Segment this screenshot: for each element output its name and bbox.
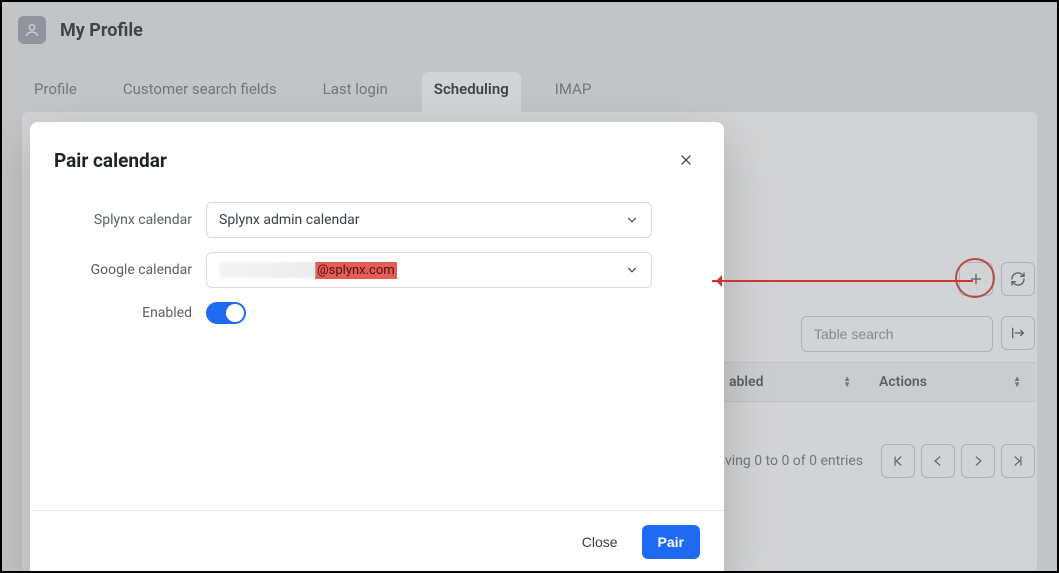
chevron-down-icon: [625, 263, 639, 277]
enabled-toggle[interactable]: [206, 302, 246, 324]
modal-footer: Close Pair: [54, 511, 700, 559]
modal-title: Pair calendar: [54, 149, 167, 172]
google-calendar-value: @splynx.com: [219, 262, 397, 279]
annotation-arrow: [712, 280, 973, 282]
close-icon[interactable]: [672, 146, 700, 174]
chevron-down-icon: [625, 213, 639, 227]
splynx-calendar-value: Splynx admin calendar: [219, 212, 360, 228]
enabled-label: Enabled: [54, 305, 192, 321]
redacted-local-part: [219, 262, 315, 278]
google-calendar-label: Google calendar: [54, 262, 192, 278]
google-calendar-domain: @splynx.com: [315, 262, 397, 279]
splynx-calendar-label: Splynx calendar: [54, 212, 192, 228]
pair-button[interactable]: Pair: [642, 525, 700, 559]
close-button[interactable]: Close: [566, 525, 634, 559]
viewport: My Profile Profile Customer search field…: [0, 0, 1059, 573]
splynx-calendar-select[interactable]: Splynx admin calendar: [206, 202, 652, 238]
pair-calendar-modal: Pair calendar Splynx calendar Splynx adm…: [30, 122, 724, 573]
toggle-knob: [226, 304, 244, 322]
google-calendar-select[interactable]: @splynx.com: [206, 252, 652, 288]
